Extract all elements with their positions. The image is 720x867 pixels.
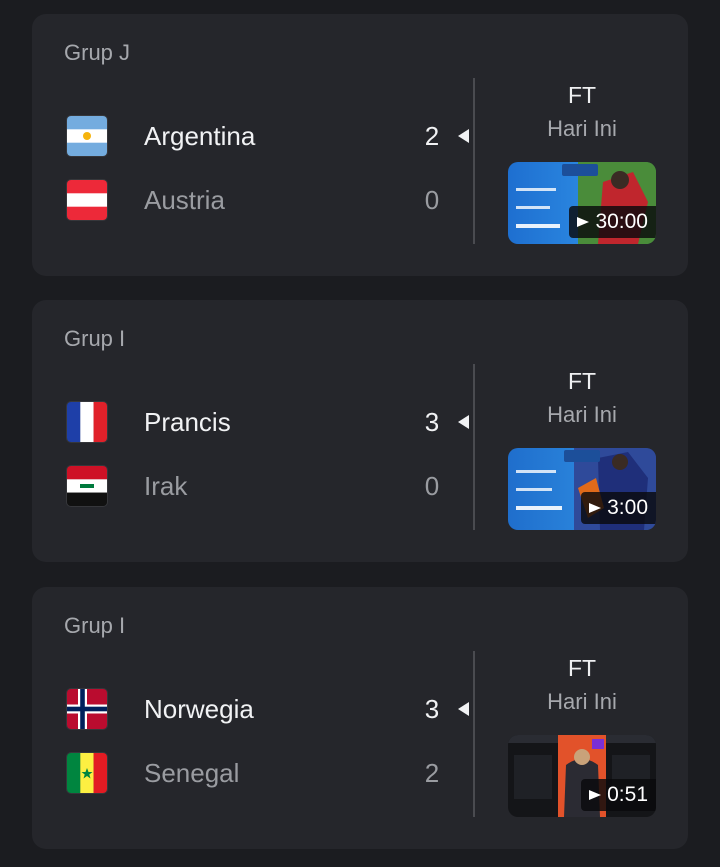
home-team-row: Argentina 2 xyxy=(32,113,472,159)
norway-flag-icon xyxy=(67,689,107,729)
away-team-row: Irak 0 xyxy=(32,463,472,509)
away-score: 0 xyxy=(424,185,440,215)
video-duration: 30:00 xyxy=(595,210,648,233)
video-thumbnail[interactable]: 0:51 xyxy=(508,735,656,817)
group-label: Grup I xyxy=(64,326,126,351)
video-thumbnail[interactable]: 30:00 xyxy=(508,162,656,244)
away-team-row: Senegal 2 xyxy=(32,750,472,796)
senegal-flag-icon xyxy=(67,753,107,793)
video-duration-badge: 0:51 xyxy=(581,779,656,811)
away-score: 2 xyxy=(424,758,440,788)
winner-indicator-icon xyxy=(458,702,469,716)
match-card[interactable]: Grup I Norwegia 3 Senegal 2 FT Hari Ini … xyxy=(32,587,688,849)
match-date: Hari Ini xyxy=(547,402,617,427)
divider xyxy=(473,651,475,817)
austria-flag-icon xyxy=(67,180,107,220)
away-team-name: Senegal xyxy=(144,758,240,788)
home-team-name: Argentina xyxy=(144,121,256,151)
home-team-row: Prancis 3 xyxy=(32,399,472,445)
play-icon xyxy=(577,217,590,227)
home-team-name: Norwegia xyxy=(144,694,254,724)
home-score: 3 xyxy=(424,407,440,437)
divider xyxy=(473,78,475,244)
winner-indicator-icon xyxy=(458,129,469,143)
argentina-flag-icon xyxy=(67,116,107,156)
iraq-flag-icon xyxy=(67,466,107,506)
match-date: Hari Ini xyxy=(547,116,617,141)
match-status: FT xyxy=(567,655,597,681)
video-duration-badge: 3:00 xyxy=(581,492,656,524)
play-icon xyxy=(589,503,602,513)
play-icon xyxy=(589,790,602,800)
group-label: Grup I xyxy=(64,613,126,638)
away-score: 0 xyxy=(424,471,440,501)
home-score: 2 xyxy=(424,121,440,151)
away-team-name: Austria xyxy=(144,185,225,215)
home-team-name: Prancis xyxy=(144,407,231,437)
video-duration: 3:00 xyxy=(607,496,648,519)
match-status: FT xyxy=(567,368,597,394)
match-date: Hari Ini xyxy=(547,689,617,714)
divider xyxy=(473,364,475,530)
away-team-name: Irak xyxy=(144,471,188,501)
video-duration-badge: 30:00 xyxy=(569,206,656,238)
video-duration: 0:51 xyxy=(607,783,648,806)
winner-indicator-icon xyxy=(458,415,469,429)
away-team-row: Austria 0 xyxy=(32,177,472,223)
home-score: 3 xyxy=(424,694,440,724)
france-flag-icon xyxy=(67,402,107,442)
match-status: FT xyxy=(567,82,597,108)
match-card[interactable]: Grup I Prancis 3 Irak 0 FT Hari Ini 3:00 xyxy=(32,300,688,562)
home-team-row: Norwegia 3 xyxy=(32,686,472,732)
video-thumbnail[interactable]: 3:00 xyxy=(508,448,656,530)
group-label: Grup J xyxy=(64,40,131,65)
match-card[interactable]: Grup J Argentina 2 Austria 0 FT Hari Ini xyxy=(32,14,688,276)
